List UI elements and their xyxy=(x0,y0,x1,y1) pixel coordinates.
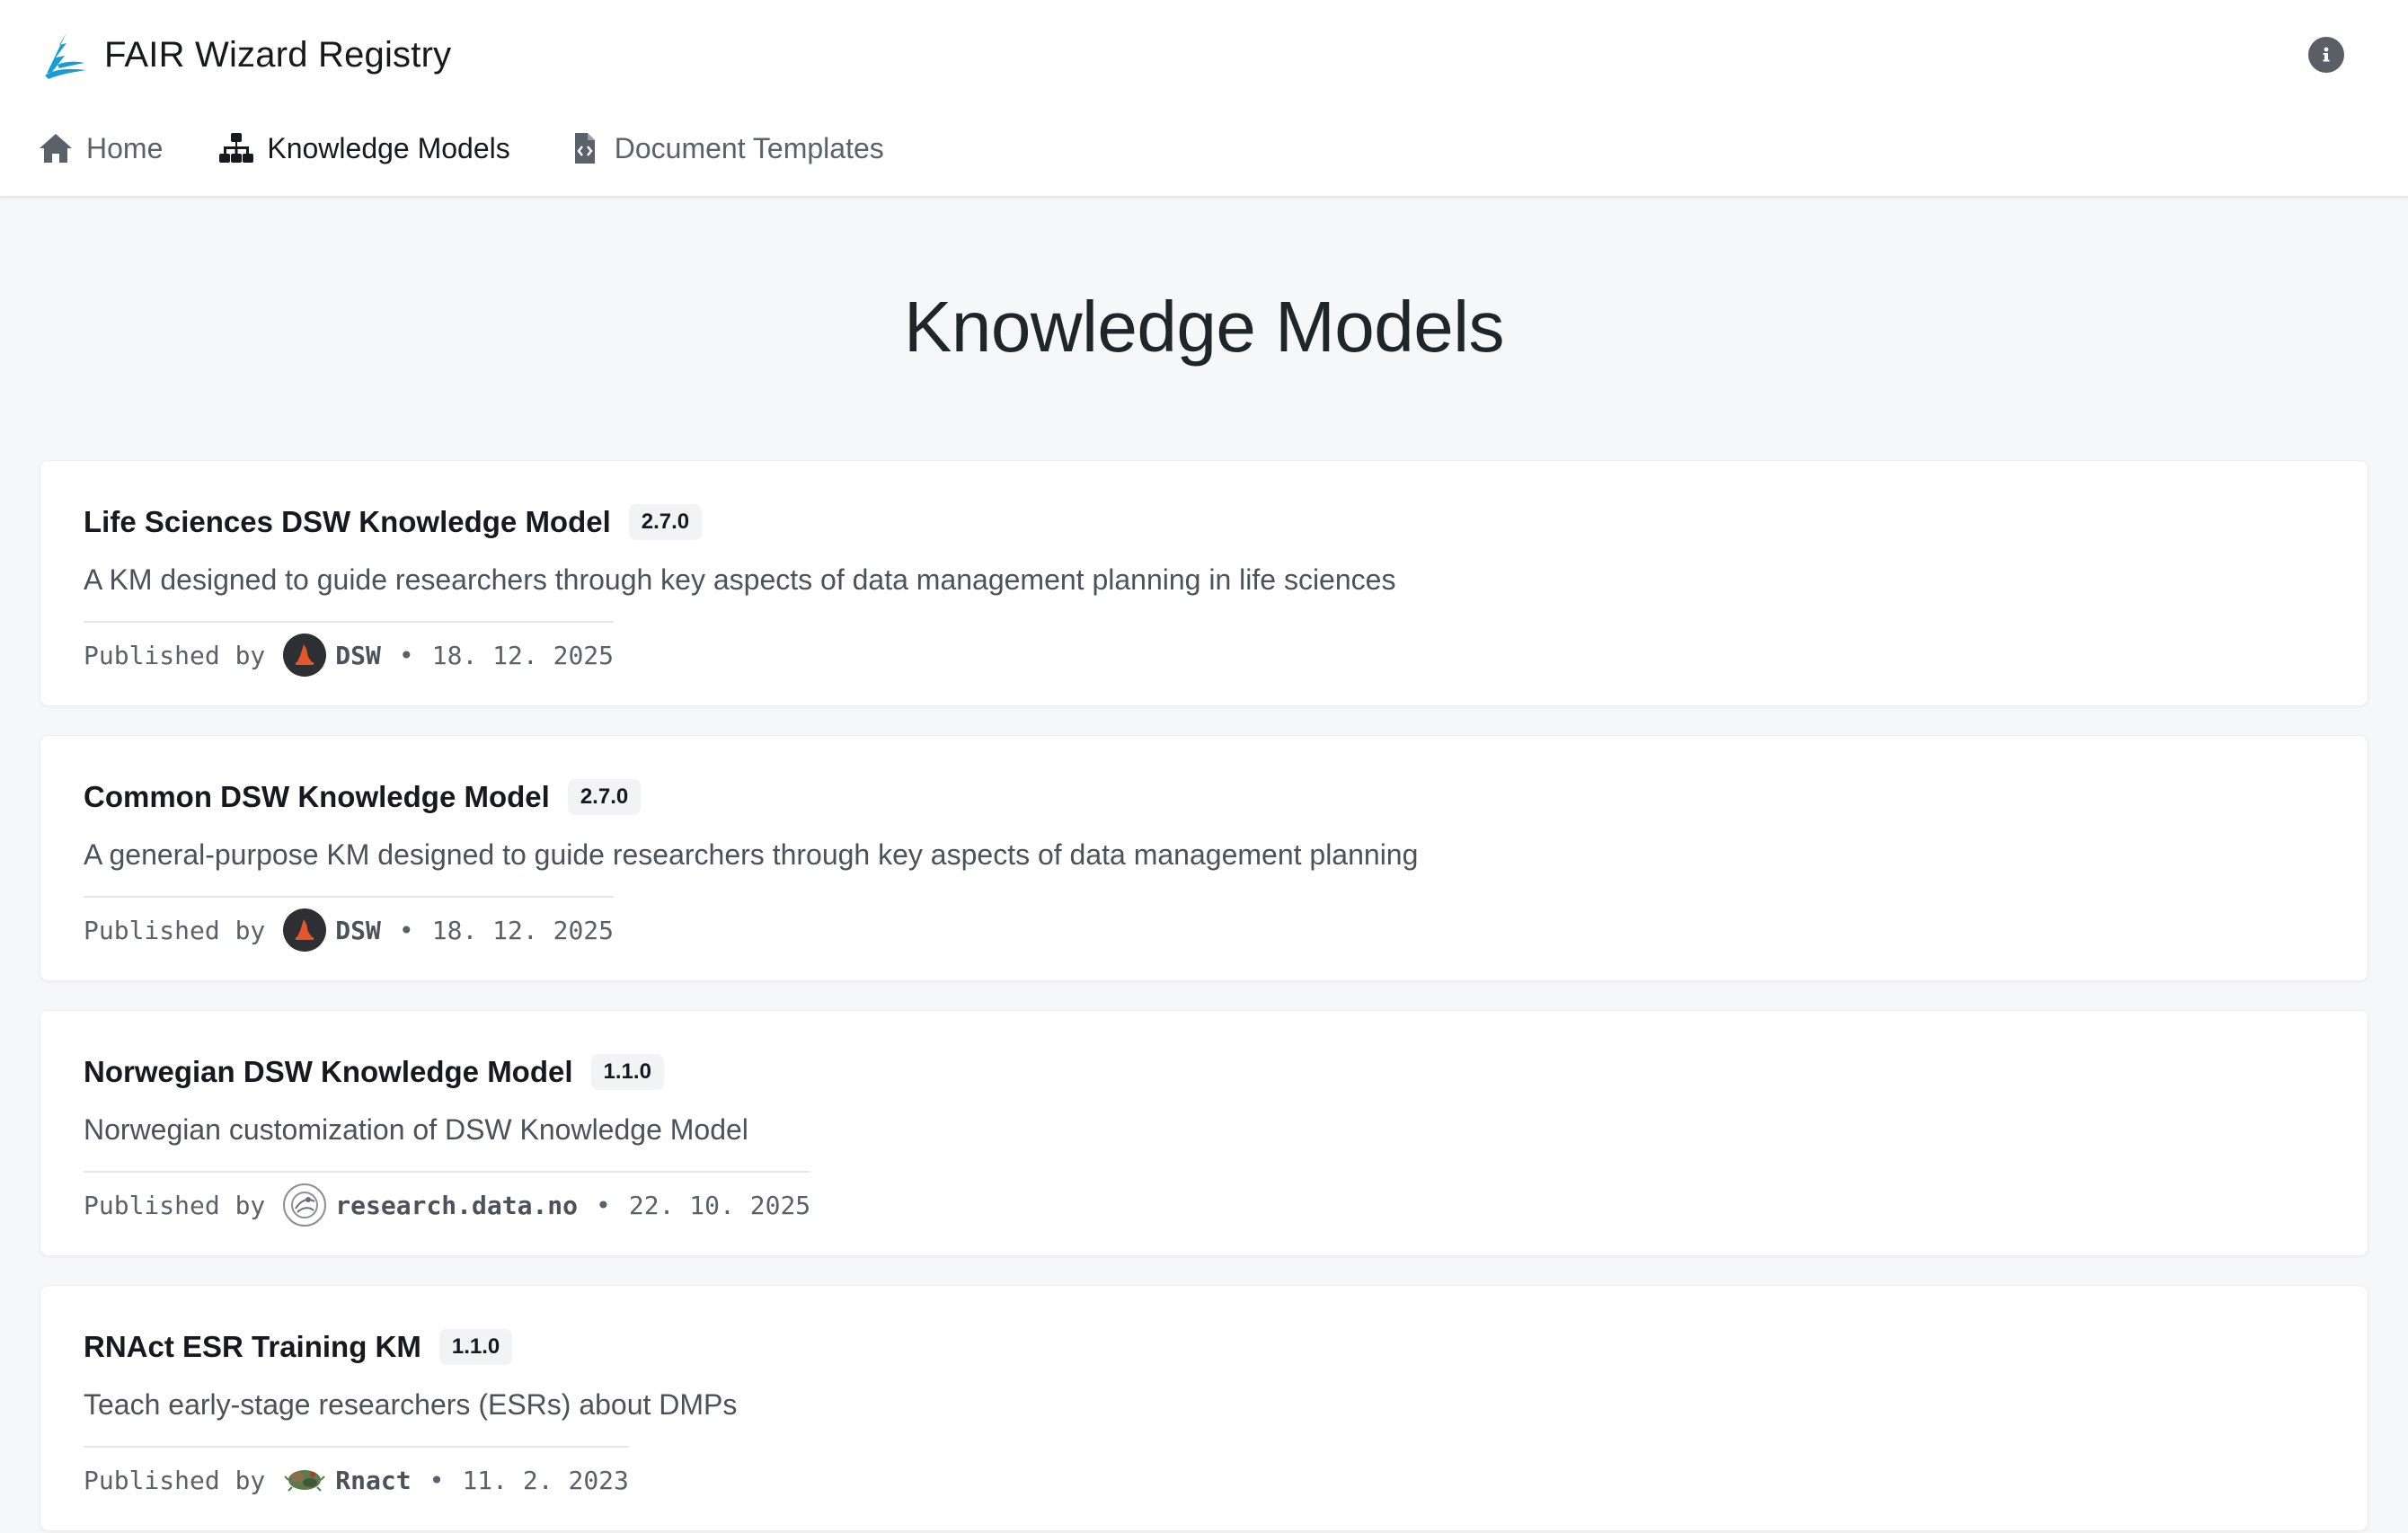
version-badge: 2.7.0 xyxy=(628,504,703,540)
knowledge-model-card[interactable]: RNAct ESR Training KM 1.1.0 Teach early-… xyxy=(40,1285,2368,1531)
main-nav: Home Knowledge Models Document Templates xyxy=(38,126,884,171)
published-date: 18. 12. 2025 xyxy=(431,915,615,945)
publisher-name: research.data.no xyxy=(335,1190,579,1220)
published-by-label: Published by xyxy=(84,915,266,945)
separator: • xyxy=(429,1465,445,1495)
published-date: 22. 10. 2025 xyxy=(628,1190,811,1220)
info-icon xyxy=(2323,47,2330,62)
publisher-link[interactable]: DSW xyxy=(283,908,381,952)
info-button[interactable] xyxy=(2308,37,2344,73)
published-by-label: Published by xyxy=(84,1465,266,1495)
publisher-name: DSW xyxy=(335,640,381,670)
card-title[interactable]: Common DSW Knowledge Model xyxy=(84,780,550,814)
card-title-row: Common DSW Knowledge Model 2.7.0 xyxy=(84,768,642,826)
nav-item-knowledge-models[interactable]: Knowledge Models xyxy=(218,131,510,165)
card-footer: Published by Rnact • 11. 2. 2023 xyxy=(84,1446,629,1512)
card-title[interactable]: Life Sciences DSW Knowledge Model xyxy=(84,505,611,539)
nav-item-label: Knowledge Models xyxy=(267,131,510,164)
card-footer: Published by DSW • 18. 12. 2025 xyxy=(84,896,615,962)
top-header: FAIR Wizard Registry Home Knowledge Mode… xyxy=(0,0,2408,198)
file-code-icon xyxy=(574,133,595,164)
separator: • xyxy=(398,915,414,945)
nav-item-document-templates[interactable]: Document Templates xyxy=(566,131,884,165)
home-icon xyxy=(40,134,72,163)
publisher-link[interactable]: Rnact xyxy=(283,1458,412,1502)
card-description: A KM designed to guide researchers throu… xyxy=(84,563,1396,596)
version-badge: 1.1.0 xyxy=(590,1054,664,1090)
card-title-row: RNAct ESR Training KM 1.1.0 xyxy=(84,1318,513,1376)
card-description: Norwegian customization of DSW Knowledge… xyxy=(84,1112,748,1146)
sitemap-icon xyxy=(219,133,254,163)
dsw-logo-icon xyxy=(283,634,327,677)
brand-name: FAIR Wizard Registry xyxy=(104,34,452,75)
separator: • xyxy=(596,1190,611,1220)
separator: • xyxy=(398,640,414,670)
knowledge-model-card[interactable]: Norwegian DSW Knowledge Model 1.1.0 Norw… xyxy=(40,1010,2368,1256)
card-footer: Published by research.data.no • 22. 10. … xyxy=(84,1171,811,1237)
card-title[interactable]: Norwegian DSW Knowledge Model xyxy=(84,1055,573,1089)
publisher-link[interactable]: research.data.no xyxy=(283,1183,578,1227)
card-title[interactable]: RNAct ESR Training KM xyxy=(84,1330,421,1364)
published-by-label: Published by xyxy=(84,640,266,670)
version-badge: 2.7.0 xyxy=(567,779,642,815)
nav-item-label: Home xyxy=(86,131,164,164)
card-description: Teach early-stage researchers (ESRs) abo… xyxy=(84,1387,738,1421)
research-data-no-logo-icon xyxy=(283,1183,327,1227)
knowledge-model-card[interactable]: Life Sciences DSW Knowledge Model 2.7.0 … xyxy=(40,460,2368,706)
publisher-name: DSW xyxy=(335,915,381,945)
knowledge-model-card[interactable]: Common DSW Knowledge Model 2.7.0 A gener… xyxy=(40,735,2368,981)
card-title-row: Norwegian DSW Knowledge Model 1.1.0 xyxy=(84,1043,664,1101)
published-date: 11. 2. 2023 xyxy=(462,1465,629,1495)
publisher-name: Rnact xyxy=(335,1465,412,1495)
nav-item-home[interactable]: Home xyxy=(38,131,163,165)
card-description: A general-purpose KM designed to guide r… xyxy=(84,837,1419,871)
page-title: Knowledge Models xyxy=(904,287,1504,367)
version-badge: 1.1.0 xyxy=(438,1329,513,1365)
brand-link[interactable]: FAIR Wizard Registry xyxy=(40,27,451,83)
publisher-link[interactable]: DSW xyxy=(283,634,381,677)
card-title-row: Life Sciences DSW Knowledge Model 2.7.0 xyxy=(84,493,703,551)
published-date: 18. 12. 2025 xyxy=(431,640,615,670)
rnact-logo-icon xyxy=(283,1458,326,1502)
fair-wizard-logo-icon xyxy=(45,32,86,79)
dsw-logo-icon xyxy=(283,908,327,952)
published-by-label: Published by xyxy=(84,1190,266,1220)
card-footer: Published by DSW • 18. 12. 2025 xyxy=(84,621,615,687)
nav-item-label: Document Templates xyxy=(614,131,884,164)
